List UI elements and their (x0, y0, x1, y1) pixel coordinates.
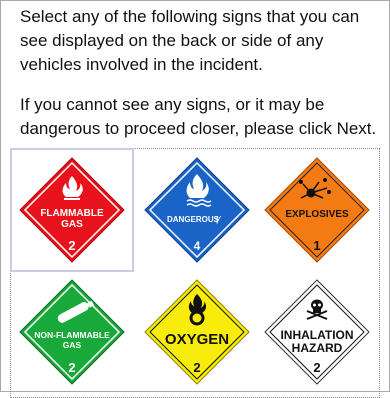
sign-option-flammable-gas[interactable]: FLAMMABLE GAS 2 (10, 148, 134, 272)
sign-label-line2: HAZARD (292, 341, 343, 355)
sign-class-number: 2 (68, 360, 75, 375)
sign-label: FLAMMABLE (40, 208, 104, 219)
sign-option-non-flammable-gas[interactable]: NON-FLAMMABLE GAS 2 (10, 270, 134, 394)
sign-label: NON-FLAMMABLE (34, 330, 110, 340)
sign-class-number: 2 (313, 360, 320, 375)
sign-option-dangerous-when-wet[interactable]: DANGEROUS |⁄ 4 (135, 148, 259, 272)
instruction-text: Select any of the following signs that y… (20, 7, 360, 74)
sign-option-oxygen[interactable]: OXYGEN 2 (135, 270, 259, 394)
sign-class-number: 2 (193, 360, 200, 375)
sign-label: EXPLOSIVES (285, 209, 349, 220)
sign-class-number: 1 (313, 238, 320, 253)
sign-label: INHALATION (280, 328, 353, 342)
sign-label-line2: GAS (61, 219, 83, 230)
sign-label: DANGEROUS (167, 215, 220, 224)
sign-option-inhalation-hazard[interactable]: INHALATION HAZARD 2 (255, 270, 379, 394)
sign-label: OXYGEN (165, 331, 229, 348)
sign-option-explosives[interactable]: EXPLOSIVES 1 (255, 148, 379, 272)
instruction-next-text: If you cannot see any signs, or it may b… (20, 95, 377, 138)
sign-class-number: 2 (68, 238, 75, 253)
sign-class-number: 4 (194, 239, 201, 253)
sign-label-line2: GAS (63, 340, 82, 350)
